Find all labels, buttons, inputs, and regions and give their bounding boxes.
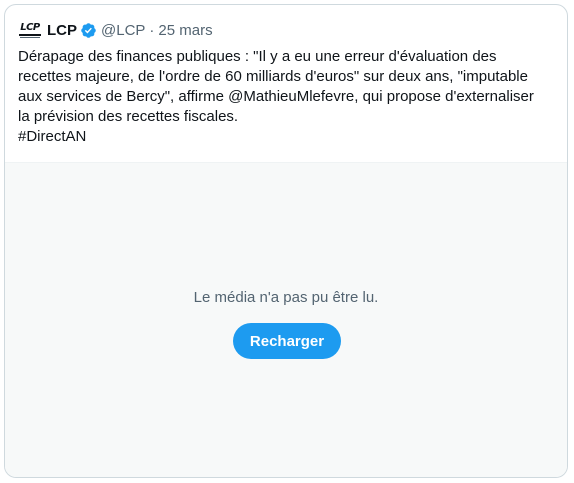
logo-sub (20, 36, 40, 38)
tweet-date[interactable]: 25 mars (158, 22, 212, 39)
tweet-text-line: aux services de Bercy", affirme @Mathieu… (18, 88, 534, 105)
logo-text: LCP (20, 21, 40, 33)
reload-button[interactable]: Recharger (233, 323, 341, 359)
tweet-header: LCP LCP @LCP · 25 mars (18, 19, 213, 41)
lcp-logo[interactable]: LCP (18, 20, 42, 40)
tweet-card[interactable]: LCP LCP @LCP · 25 mars Dérapage des fina… (4, 4, 568, 478)
logo-bar (19, 33, 41, 36)
tweet-text-line: Dérapage des finances publiques : "Il y … (18, 48, 497, 65)
author-display-name[interactable]: LCP (47, 22, 77, 39)
media-error-message: Le média n'a pas pu être lu. (193, 289, 379, 306)
tweet-text-line: la prévision des recettes fiscales. (18, 108, 239, 125)
media-placeholder: Le média n'a pas pu être lu. Recharger (5, 162, 567, 477)
hashtag-link[interactable]: #DirectAN (18, 127, 558, 147)
author-handle[interactable]: @LCP (101, 22, 145, 39)
tweet-text-line: recettes majeure, de l'ordre de 60 milli… (18, 68, 528, 85)
verified-badge-icon (80, 22, 97, 39)
header-separator: · (149, 21, 155, 39)
tweet-text: Dérapage des finances publiques : "Il y … (18, 47, 558, 147)
